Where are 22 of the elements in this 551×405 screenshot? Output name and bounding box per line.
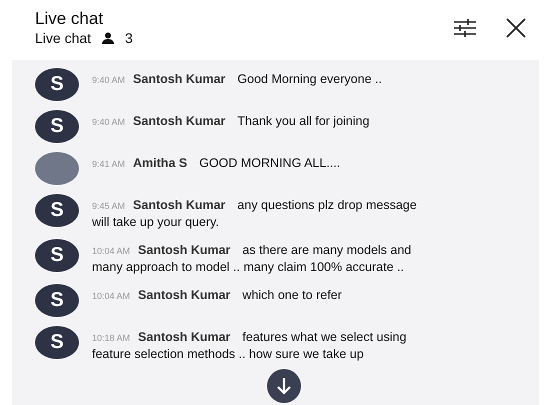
scroll-down-button[interactable] <box>267 369 301 403</box>
person-icon <box>101 32 116 44</box>
chat-message: 9:40 AM Santosh Kumar Thank you all for joining <box>92 113 370 130</box>
chat-mode-label: Live chat <box>35 29 92 47</box>
viewer-count: 3 <box>125 29 133 47</box>
down-arrow-icon <box>276 377 292 395</box>
avatar: S <box>35 110 79 143</box>
chat-message: 9:45 AM Santosh Kumar any questions plz drop message will take up your query. <box>92 197 418 230</box>
avatar: S <box>35 68 79 101</box>
chat-message: 9:41 AM Amitha S GOOD MORNING ALL.... <box>92 155 342 172</box>
avatar-photo-placeholder <box>35 152 79 185</box>
avatar: S <box>35 194 79 227</box>
chat-message: 10:18 AM Santosh Kumar features what we select using feature selection methods .. how sure we take up <box>92 329 408 362</box>
settings-sliders-icon[interactable] <box>453 19 477 37</box>
avatar: S <box>35 326 79 359</box>
close-icon[interactable] <box>505 17 527 39</box>
chat-message: 10:04 AM Santosh Kumar which one to refer <box>92 287 343 304</box>
chat-message: 10:04 AM Santosh Kumar as there are many models and many approach to model .. many claim 100% accurate .. <box>92 242 412 275</box>
avatar: S <box>35 239 79 272</box>
chat-title: Live chat <box>35 9 104 29</box>
avatar: S <box>35 284 79 317</box>
chat-message: 9:40 AM Santosh Kumar Good Morning everyone .. <box>92 71 383 88</box>
